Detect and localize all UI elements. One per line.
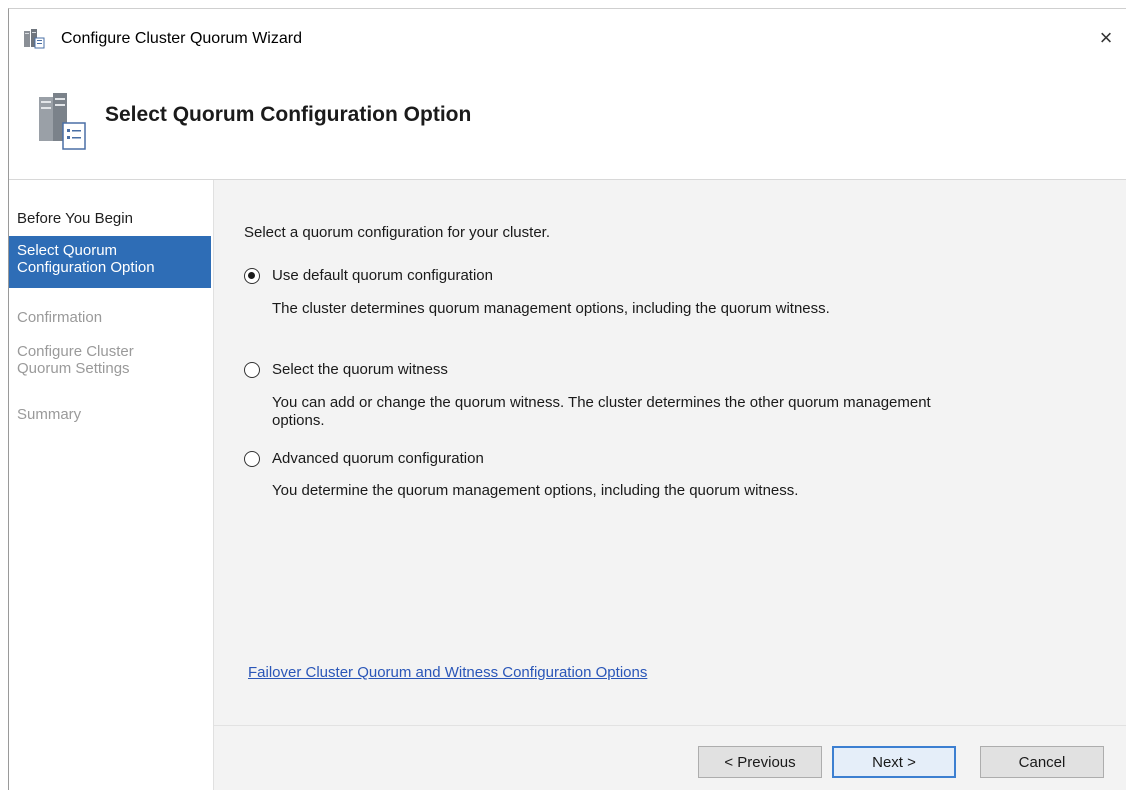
footer-divider <box>214 725 1126 726</box>
previous-button[interactable]: < Previous <box>698 746 822 778</box>
cluster-app-icon <box>23 29 45 49</box>
option-description: You can add or change the quorum witness… <box>272 394 1102 430</box>
radio-unselected-icon[interactable] <box>244 362 260 378</box>
intro-text: Select a quorum configuration for your c… <box>244 224 550 241</box>
nav-item-select-quorum-configuration-option[interactable]: Select Quorum Configuration Option <box>9 236 211 288</box>
option-label: Select the quorum witness <box>272 361 448 378</box>
option-description-line-1: You can add or change the quorum witness… <box>272 394 931 411</box>
option-description-line: The cluster determines quorum management… <box>272 300 830 317</box>
radio-unselected-icon[interactable] <box>244 451 260 467</box>
close-icon[interactable]: × <box>1091 23 1121 53</box>
radio-selected-icon[interactable] <box>244 268 260 284</box>
nav-item-label-line-1: Select Quorum <box>17 242 118 259</box>
option-description: The cluster determines quorum management… <box>272 300 1102 318</box>
nav-item-label: Summary <box>17 406 82 423</box>
nav-item-label: Confirmation <box>17 309 103 326</box>
wizard-steps-sidebar: Before You Begin Select Quorum Configura… <box>9 180 214 790</box>
nav-item-label-line-2: Configuration Option <box>17 259 155 276</box>
page-header: Select Quorum Configuration Option <box>9 73 1126 180</box>
option-description: You determine the quorum management opti… <box>272 482 1102 500</box>
nav-item-before-you-begin[interactable]: Before You Begin <box>9 210 211 227</box>
option-description-line: You determine the quorum management opti… <box>272 482 799 499</box>
help-link[interactable]: Failover Cluster Quorum and Witness Conf… <box>248 664 647 681</box>
nav-item-summary[interactable]: Summary <box>9 406 211 423</box>
nav-item-label: Before You Begin <box>17 210 133 227</box>
wizard-content: Select a quorum configuration for your c… <box>214 180 1126 790</box>
cluster-wizard-icon <box>33 93 89 153</box>
cancel-button[interactable]: Cancel <box>980 746 1104 778</box>
nav-item-confirmation[interactable]: Confirmation <box>9 309 211 326</box>
nav-item-configure-cluster-quorum-settings[interactable]: Configure Cluster Quorum Settings <box>9 343 211 377</box>
next-button[interactable]: Next > <box>832 746 956 778</box>
option-label: Advanced quorum configuration <box>272 450 484 467</box>
nav-item-label-line-1: Configure Cluster <box>17 343 134 360</box>
option-label: Use default quorum configuration <box>272 267 493 284</box>
window-title: Configure Cluster Quorum Wizard <box>61 30 302 47</box>
title-bar: Configure Cluster Quorum Wizard × <box>9 9 1126 73</box>
wizard-window: Configure Cluster Quorum Wizard × Select… <box>8 8 1126 790</box>
option-description-line-2: options. <box>272 412 325 429</box>
page-title: Select Quorum Configuration Option <box>105 103 472 126</box>
nav-item-label-line-2: Quorum Settings <box>17 360 130 377</box>
